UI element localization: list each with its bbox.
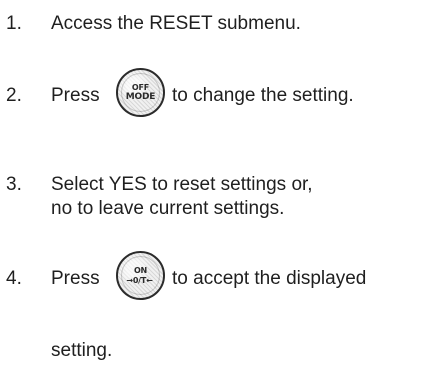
step-2-press-text: Press xyxy=(51,85,100,106)
off-mode-button-icon: OFF MODE xyxy=(116,68,165,117)
step-2-action-text: to change the setting. xyxy=(172,85,354,106)
on-zero-tare-button-icon: ON →0/T← xyxy=(116,251,165,300)
step-number-1: 1. xyxy=(6,13,22,34)
step-4-press-text: Press xyxy=(51,268,100,289)
step-number-3: 3. xyxy=(6,174,22,195)
step-3-line-2: no to leave current settings. xyxy=(51,198,285,219)
off-mode-button-bottom-label: MODE xyxy=(125,91,156,102)
step-4-action-text: to accept the displayed xyxy=(172,268,367,289)
step-4-line-2: setting. xyxy=(51,340,113,361)
on-zero-tare-button-top-label: ON xyxy=(133,265,148,275)
step-3-line-1: Select YES to reset settings or, xyxy=(51,174,313,195)
off-mode-button-top-label: OFF xyxy=(131,82,150,92)
on-zero-tare-button-bottom-label: →0/T← xyxy=(126,275,153,285)
step-number-2: 2. xyxy=(6,85,22,106)
step-text-1: Access the RESET submenu. xyxy=(51,13,301,34)
step-number-4: 4. xyxy=(6,268,22,289)
